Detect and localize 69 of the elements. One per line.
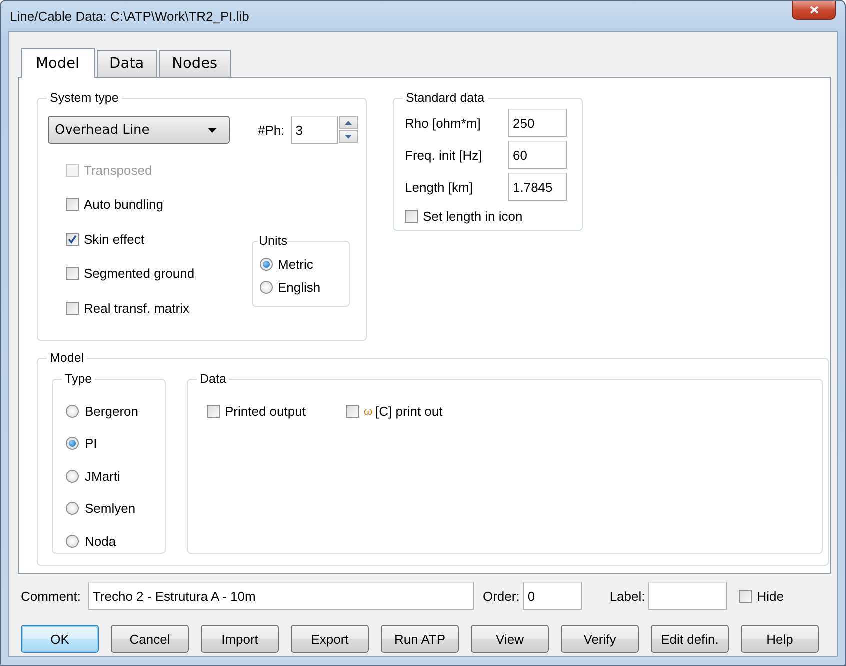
arrow-down-icon (344, 134, 352, 138)
dialog-button[interactable]: Export (291, 625, 369, 653)
group-title: Type (62, 371, 96, 387)
checkbox-label: [C] print out (376, 404, 443, 419)
checkbox[interactable] (739, 590, 752, 602)
dialog-button[interactable]: Cancel (111, 625, 189, 653)
radio-button[interactable] (66, 404, 79, 418)
radio-button[interactable] (66, 534, 79, 548)
comment-field[interactable]: Trecho 2 - Estrutura A - 10m (88, 582, 474, 610)
dialog-button[interactable]: OK (21, 625, 99, 653)
checkbox-label: Real transf. matrix (84, 300, 190, 316)
radio-label: PI (85, 436, 98, 452)
caret-icon (208, 128, 217, 132)
radio-label: Metric (278, 257, 314, 272)
checkbox-label: Set length in icon (423, 208, 523, 224)
dialog-button[interactable]: View (471, 625, 549, 653)
field-label: Rho [ohm*m] (405, 116, 482, 130)
checkbox[interactable] (207, 405, 220, 418)
radio-label: English (278, 280, 321, 295)
radio-label: Semlyen (85, 501, 136, 516)
dialog-button[interactable]: Help (741, 625, 819, 653)
field-label: Freq. init [Hz] (405, 148, 484, 162)
dialog-button[interactable]: Verify (561, 625, 639, 653)
label-field[interactable] (648, 582, 728, 610)
radio-button[interactable] (260, 258, 273, 271)
tab[interactable]: Nodes (159, 50, 231, 77)
input-field[interactable]: 250 (508, 109, 567, 137)
close-icon (810, 6, 818, 14)
checkbox-label: Segmented ground (84, 266, 195, 282)
radio-label: Noda (85, 534, 116, 549)
tab[interactable]: Model (21, 48, 95, 78)
comment-label: Comment: (21, 588, 81, 604)
radio-button[interactable] (260, 281, 273, 294)
radio-button[interactable] (66, 437, 79, 450)
checkbox[interactable] (66, 198, 79, 212)
close-button[interactable] (792, 1, 836, 20)
spin-up-button[interactable] (338, 116, 358, 129)
radio-label: JMarti (85, 468, 120, 484)
checkbox-label: Skin effect (84, 232, 144, 247)
radio-button[interactable] (66, 502, 79, 516)
checkbox-label: Transposed (84, 162, 152, 178)
radio-label: Bergeron (85, 404, 138, 419)
group-title: System type (47, 90, 122, 106)
checkbox[interactable] (66, 302, 79, 315)
checkbox[interactable] (346, 405, 359, 418)
dialog-button[interactable]: Import (201, 625, 279, 653)
dialog-button[interactable]: Edit defin. (651, 625, 729, 653)
input-field[interactable]: 60 (508, 141, 567, 169)
order-label: Order: (482, 588, 520, 604)
omega-symbol: ω (364, 406, 373, 418)
order-field[interactable]: 0 (522, 582, 582, 610)
checkbox[interactable] (66, 232, 79, 246)
arrow-up-icon (344, 120, 352, 124)
radio-button[interactable] (66, 470, 79, 483)
phases-label: #Ph: (258, 122, 285, 138)
field-label: Length [km] (405, 180, 474, 194)
dialog-button[interactable]: Run ATP (381, 625, 459, 653)
system-type-dropdown[interactable]: Overhead Line (48, 116, 230, 144)
tab[interactable]: Data (96, 50, 158, 77)
checkbox-label: Hide (757, 588, 784, 604)
checkbox[interactable] (405, 210, 418, 222)
spin-down-button[interactable] (338, 130, 358, 143)
checkbox[interactable] (66, 267, 79, 280)
label-label: Label: (610, 588, 646, 604)
checkbox-label: Printed output (225, 404, 306, 419)
input-field[interactable]: 1.7845 (508, 173, 567, 201)
checkbox-label: Auto bundling (84, 197, 164, 212)
window-title: Line/Cable Data: C:\ATP\Work\TR2_PI.lib (10, 8, 250, 24)
phases-field[interactable]: 3 (290, 116, 338, 144)
